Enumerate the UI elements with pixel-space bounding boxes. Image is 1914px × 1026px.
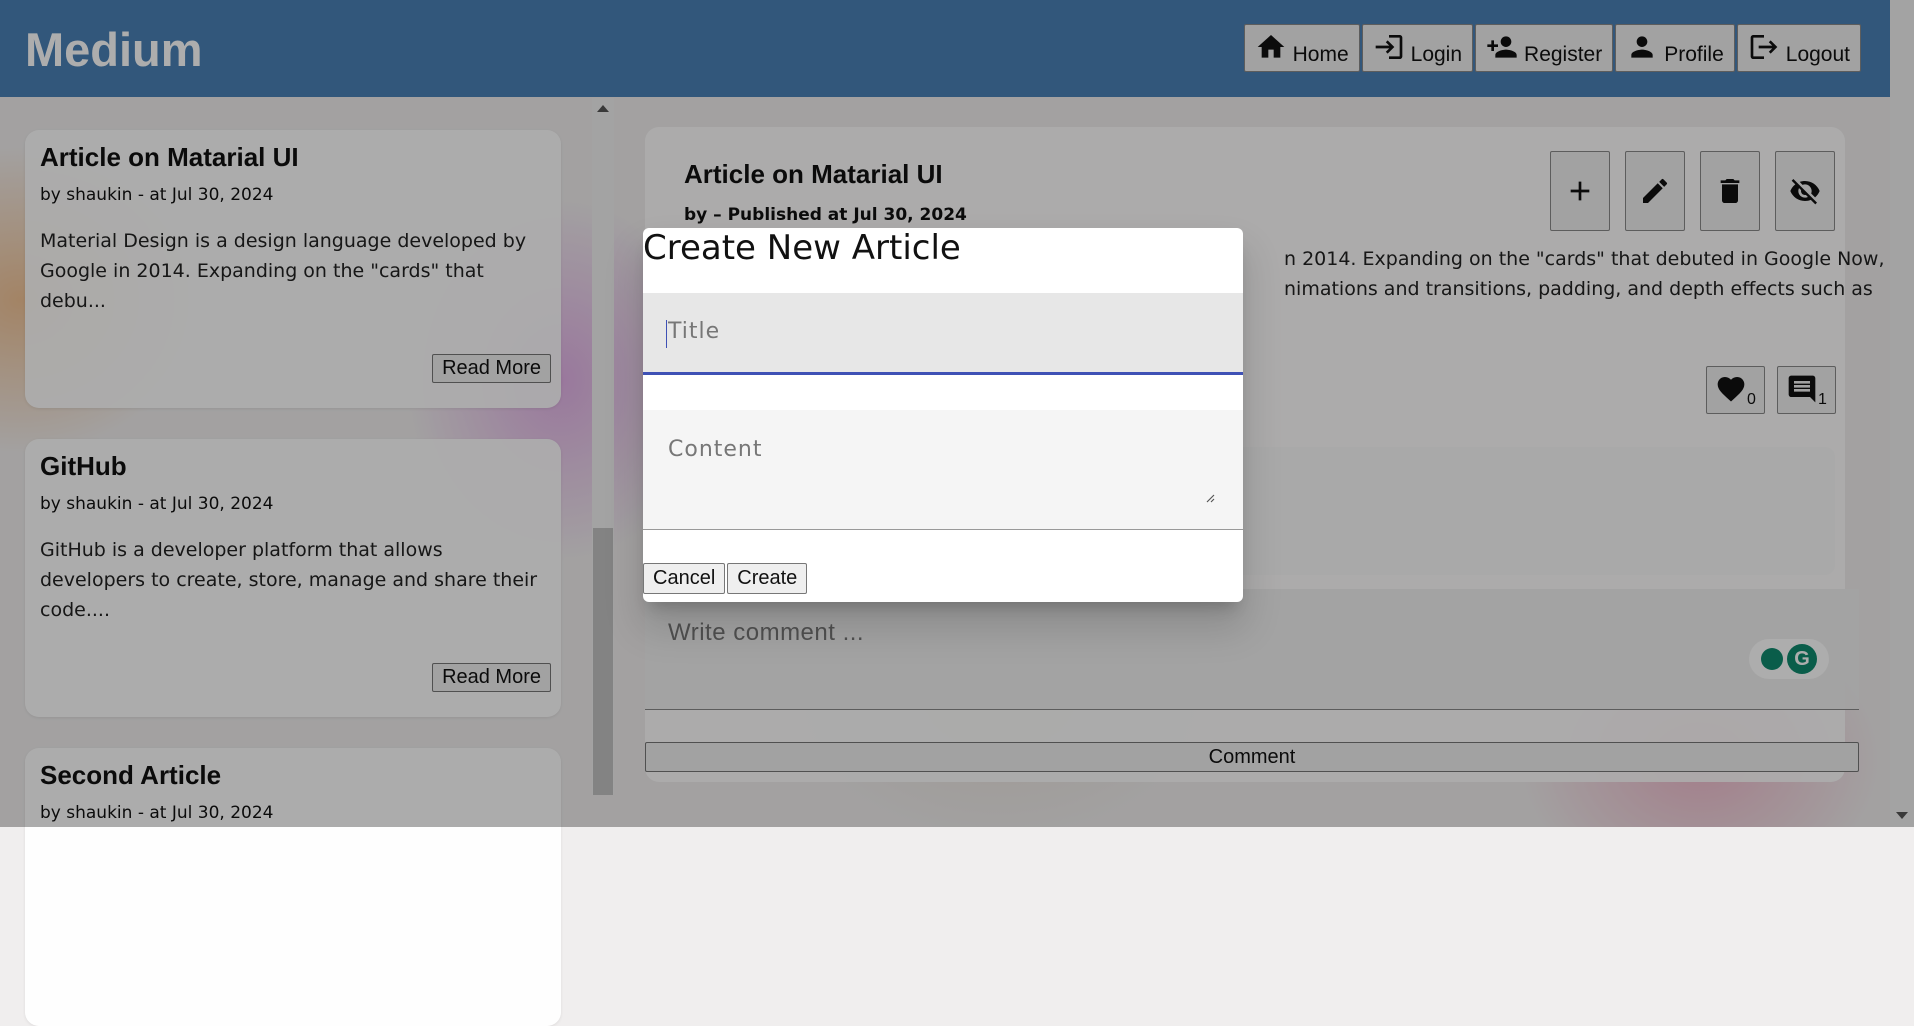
dialog-title: Create New Article bbox=[643, 228, 961, 268]
content-textarea[interactable] bbox=[666, 435, 1225, 519]
dialog-actions: Cancel Create bbox=[643, 563, 808, 594]
cancel-button[interactable]: Cancel bbox=[643, 563, 726, 594]
content-field[interactable] bbox=[643, 410, 1243, 530]
create-article-dialog: Create New Article Cancel Create bbox=[643, 228, 1243, 602]
resize-grip-icon[interactable] bbox=[1205, 493, 1215, 503]
title-input[interactable] bbox=[666, 318, 1210, 345]
text-caret bbox=[666, 320, 667, 348]
title-field[interactable] bbox=[643, 293, 1243, 375]
create-button[interactable]: Create bbox=[727, 563, 808, 594]
